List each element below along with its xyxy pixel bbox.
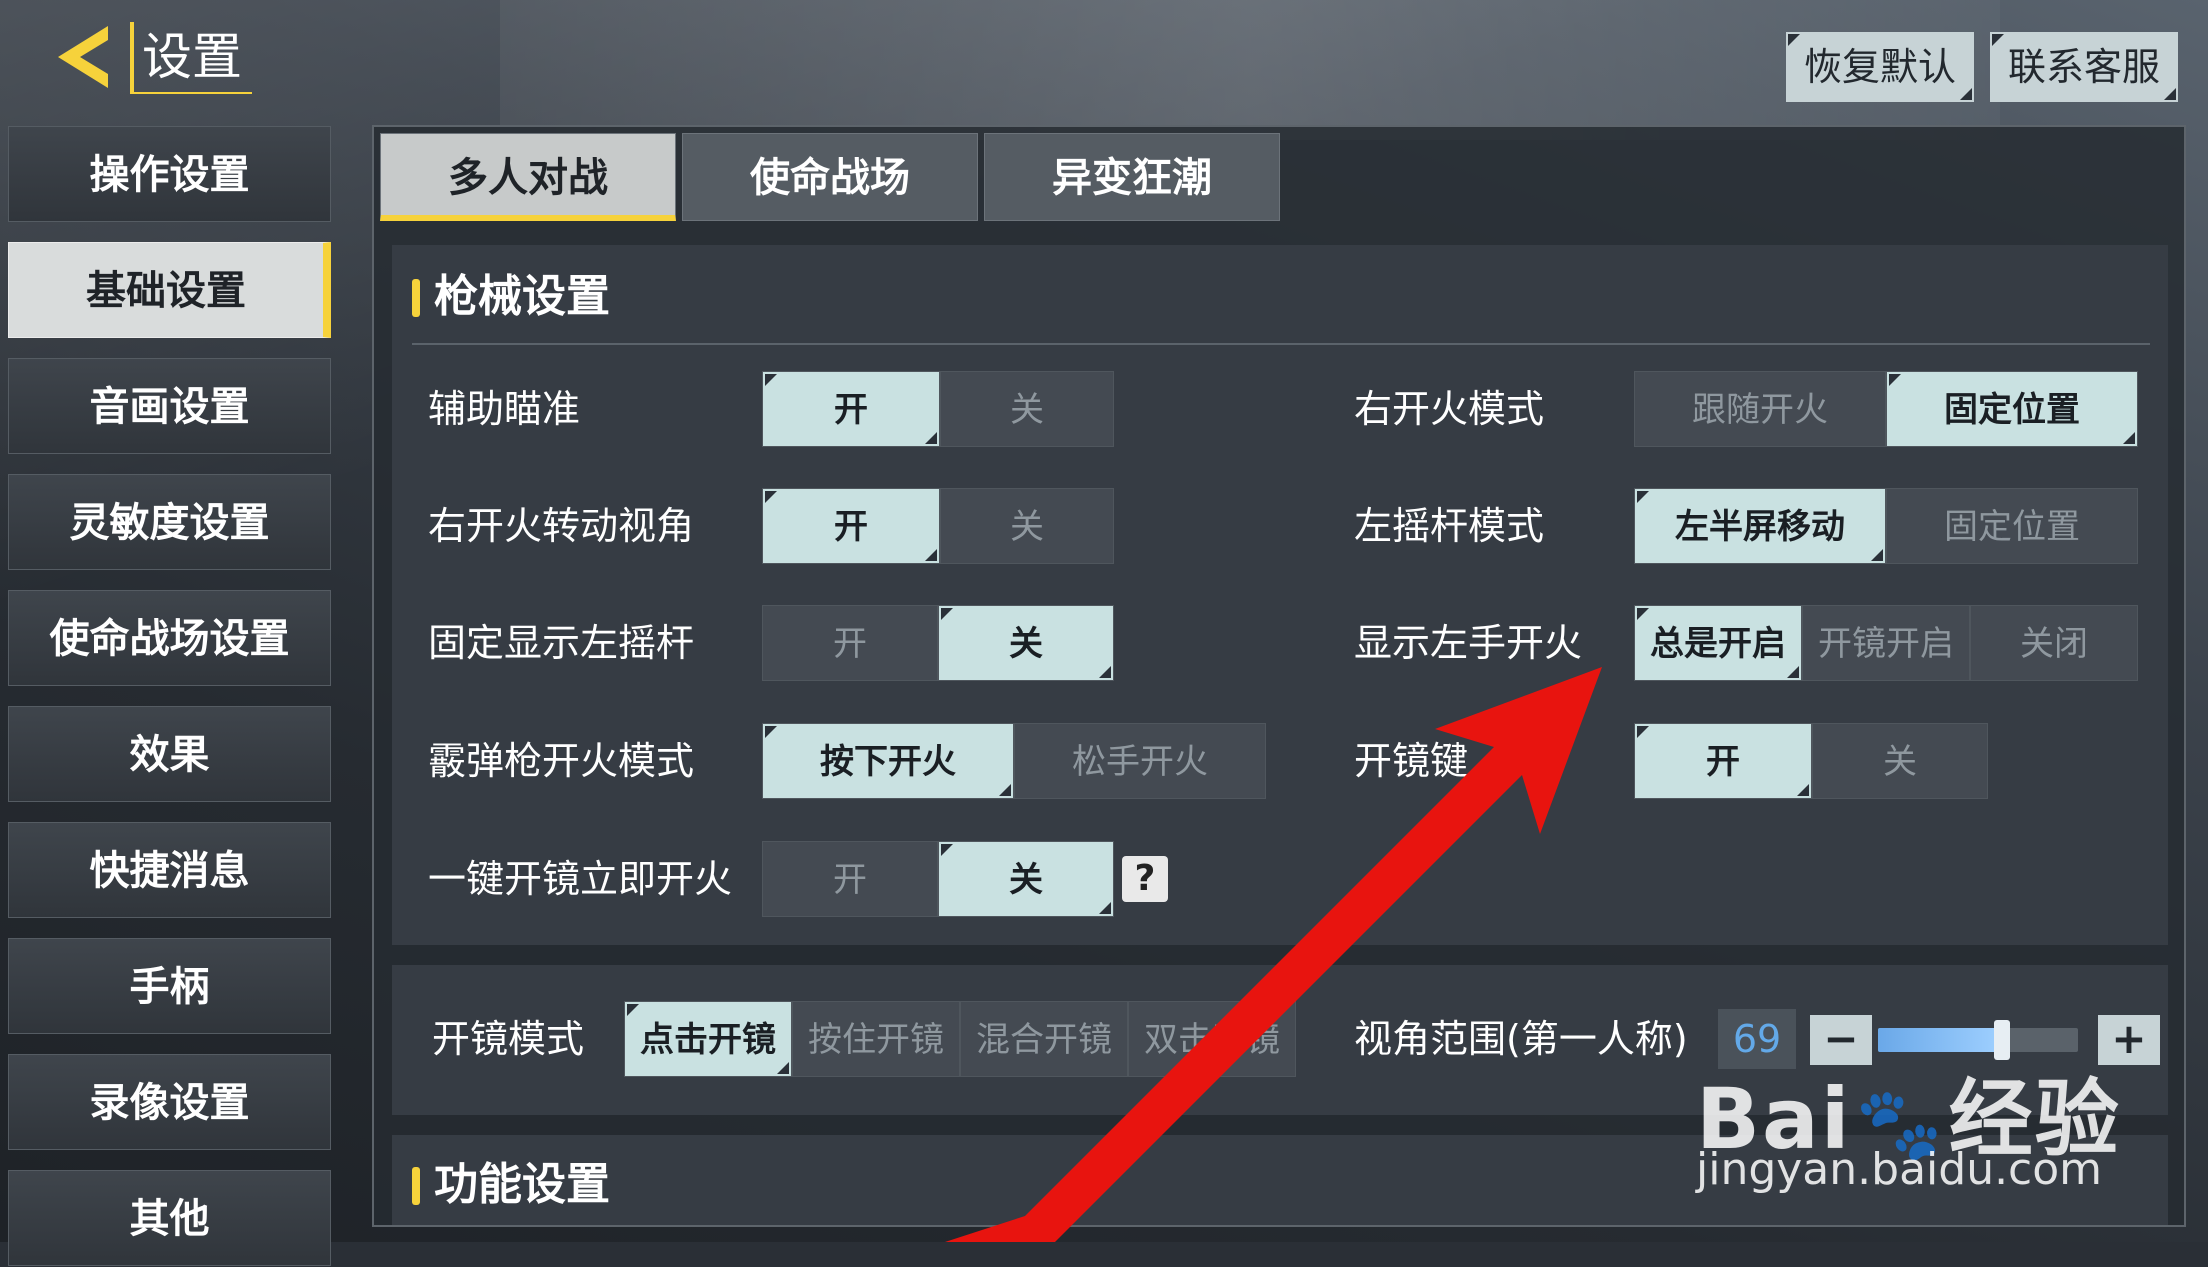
fov-label: 视角范围(第一人称) [1354,1017,1688,1061]
right-fire-mode-label: 右开火模式 [1354,387,1545,431]
scope-mode-hold[interactable]: 按住开镜 [792,1001,960,1077]
section-heading: 枪械设置 [412,267,610,327]
section-heading: 功能设置 [412,1155,610,1215]
fixed-left-stick-toggle: 开 关 [762,605,1114,681]
page-title: 设置 [130,22,252,94]
aim-assist-toggle: 开 关 [762,371,1114,447]
sidebar-item-controls[interactable]: 操作设置 [8,126,331,222]
shotgun-release-fire[interactable]: 松手开火 [1014,723,1266,799]
scope-mode-label: 开镜模式 [432,1017,585,1061]
sidebar-item-battle-royale[interactable]: 使命战场设置 [8,590,331,686]
tab-undead-siege[interactable]: 异变狂潮 [984,133,1280,221]
sidebar-item-recording[interactable]: 录像设置 [8,1054,331,1150]
right-fire-rotate-off[interactable]: 关 [940,488,1114,564]
tab-battle-royale[interactable]: 使命战场 [682,133,978,221]
right-fire-follow[interactable]: 跟随开火 [1634,371,1886,447]
scope-fire-label: 一键开镜立即开火 [428,857,733,901]
left-hand-fire-scope[interactable]: 开镜开启 [1802,605,1970,681]
aim-assist-label: 辅助瞄准 [428,387,581,431]
scope-key-label: 开镜键 [1354,739,1469,783]
sidebar-item-effects[interactable]: 效果 [8,706,331,802]
fov-slider-fill [1878,1028,2002,1052]
left-hand-fire-label: 显示左手开火 [1354,621,1583,665]
sidebar-item-quick-messages[interactable]: 快捷消息 [8,822,331,918]
left-hand-fire-toggle: 总是开启 开镜开启 关闭 [1634,605,2138,681]
left-stick-mode-toggle: 左半屏移动 固定位置 [1634,488,2138,564]
aim-assist-on[interactable]: 开 [762,371,940,447]
left-stick-half-screen[interactable]: 左半屏移动 [1634,488,1886,564]
sidebar-item-audio-video[interactable]: 音画设置 [8,358,331,454]
weapon-settings-section: 枪械设置 辅助瞄准 开 关 右开火转动视角 开 关 固定显示左摇杆 开 关 霰弹… [392,245,2168,945]
left-hand-fire-always[interactable]: 总是开启 [1634,605,1802,681]
right-fire-rotate-label: 右开火转动视角 [428,504,695,548]
tab-multiplayer[interactable]: 多人对战 [380,133,676,221]
fixed-left-stick-on[interactable]: 开 [762,605,938,681]
scope-fire-on[interactable]: 开 [762,841,938,917]
fov-slider[interactable] [1878,1020,2078,1060]
sidebar-item-other[interactable]: 其他 [8,1170,331,1266]
contact-service-button[interactable]: 联系客服 [1990,32,2178,102]
scope-fire-off[interactable]: 关 [938,841,1114,917]
watermark-url: jingyan.baidu.com [1696,1144,2103,1195]
shotgun-fire-label: 霰弹枪开火模式 [428,739,695,783]
scope-mode-tap[interactable]: 点击开镜 [624,1001,792,1077]
sidebar-item-sensitivity[interactable]: 灵敏度设置 [8,474,331,570]
scope-key-on[interactable]: 开 [1634,723,1812,799]
back-arrow-icon[interactable] [52,22,122,92]
shotgun-fire-toggle: 按下开火 松手开火 [762,723,1266,799]
aim-assist-off[interactable]: 关 [940,371,1114,447]
scope-mode-double-tap[interactable]: 双击开镜 [1128,1001,1296,1077]
right-fire-rotate-toggle: 开 关 [762,488,1114,564]
left-hand-fire-off[interactable]: 关闭 [1970,605,2138,681]
fixed-left-stick-off[interactable]: 关 [938,605,1114,681]
help-icon[interactable]: ? [1122,856,1168,902]
sidebar-item-controller[interactable]: 手柄 [8,938,331,1034]
right-fire-mode-toggle: 跟随开火 固定位置 [1634,371,2138,447]
scope-key-off[interactable]: 关 [1812,723,1988,799]
scope-key-toggle: 开 关 [1634,723,1988,799]
shotgun-press-fire[interactable]: 按下开火 [762,723,1014,799]
fixed-left-stick-label: 固定显示左摇杆 [428,621,695,665]
scope-fire-toggle: 开 关 [762,841,1114,917]
right-fire-fixed[interactable]: 固定位置 [1886,371,2138,447]
left-stick-fixed[interactable]: 固定位置 [1886,488,2138,564]
restore-default-button[interactable]: 恢复默认 [1786,32,1974,102]
sidebar-item-basic[interactable]: 基础设置 [8,242,331,338]
scope-mode-hybrid[interactable]: 混合开镜 [960,1001,1128,1077]
divider [412,343,2150,345]
scope-mode-selector: 点击开镜 按住开镜 混合开镜 双击开镜 [624,1001,1296,1077]
left-stick-mode-label: 左摇杆模式 [1354,504,1545,548]
right-fire-rotate-on[interactable]: 开 [762,488,940,564]
